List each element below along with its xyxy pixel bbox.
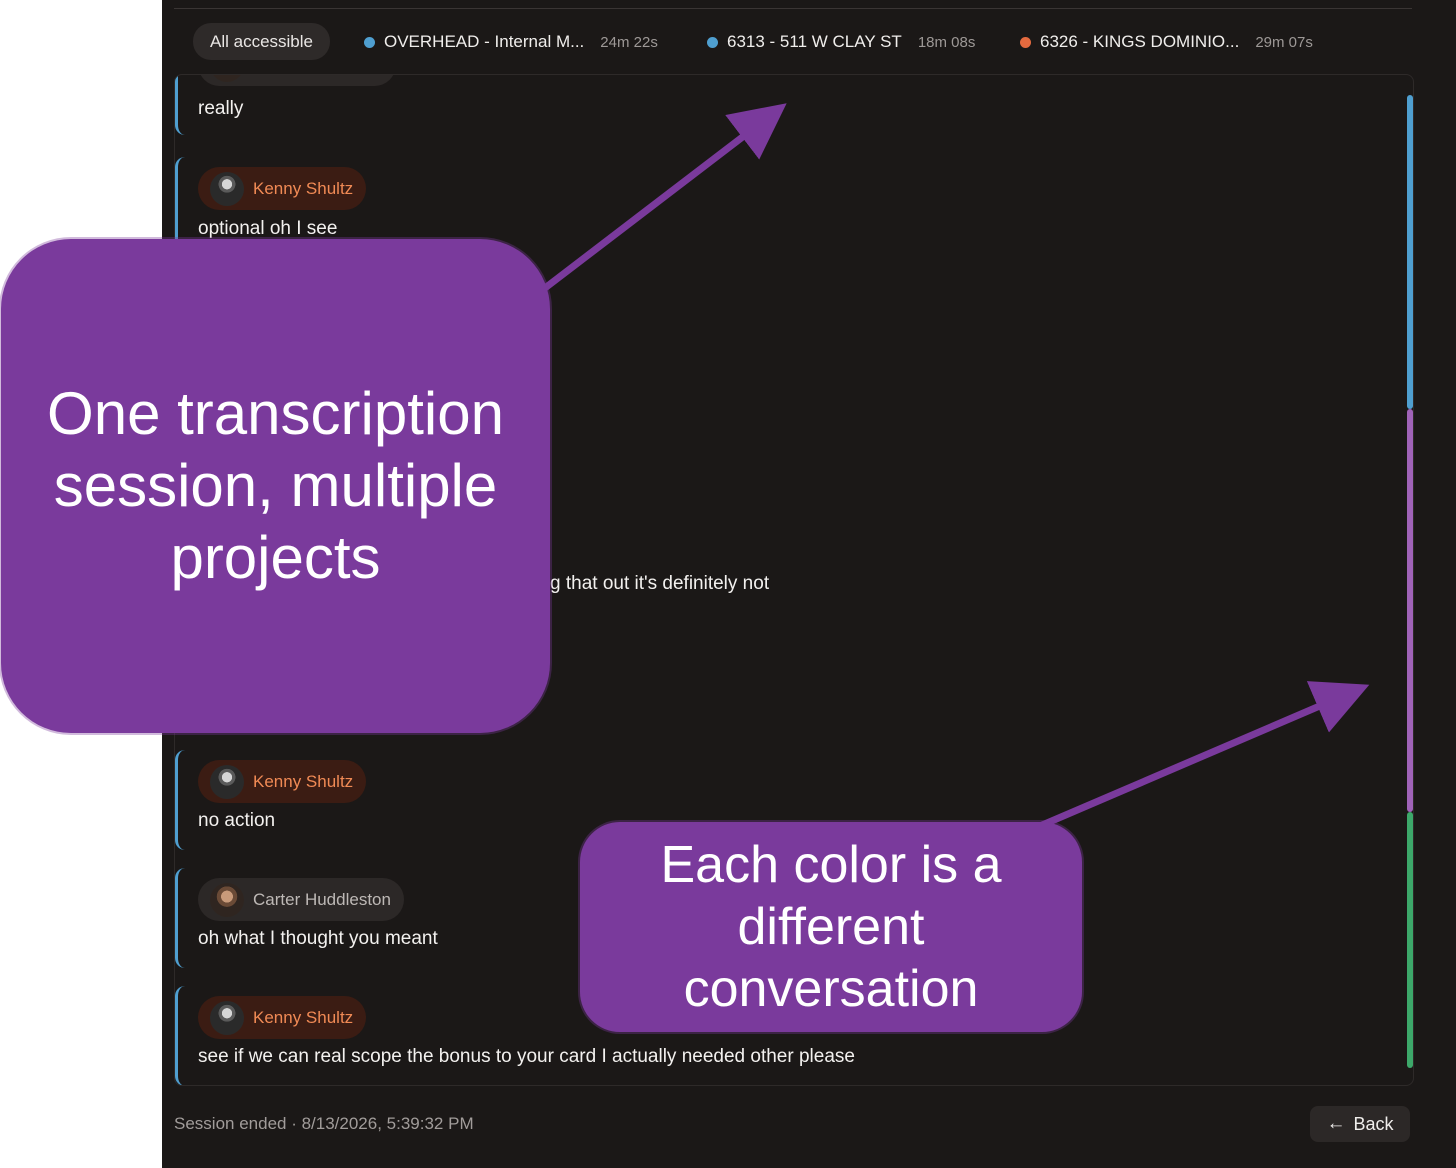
annotation-arrow-rail [1038, 681, 1370, 830]
callout-text: Each color is a different conversation [660, 836, 1002, 1018]
callout-text: One transcription session, multiple proj… [47, 380, 504, 591]
annotation-arrow-up [542, 103, 787, 291]
annotation-callout-colors: Each color is a different conversation [580, 822, 1082, 1032]
annotation-callout-sessions: One transcription session, multiple proj… [1, 239, 550, 733]
